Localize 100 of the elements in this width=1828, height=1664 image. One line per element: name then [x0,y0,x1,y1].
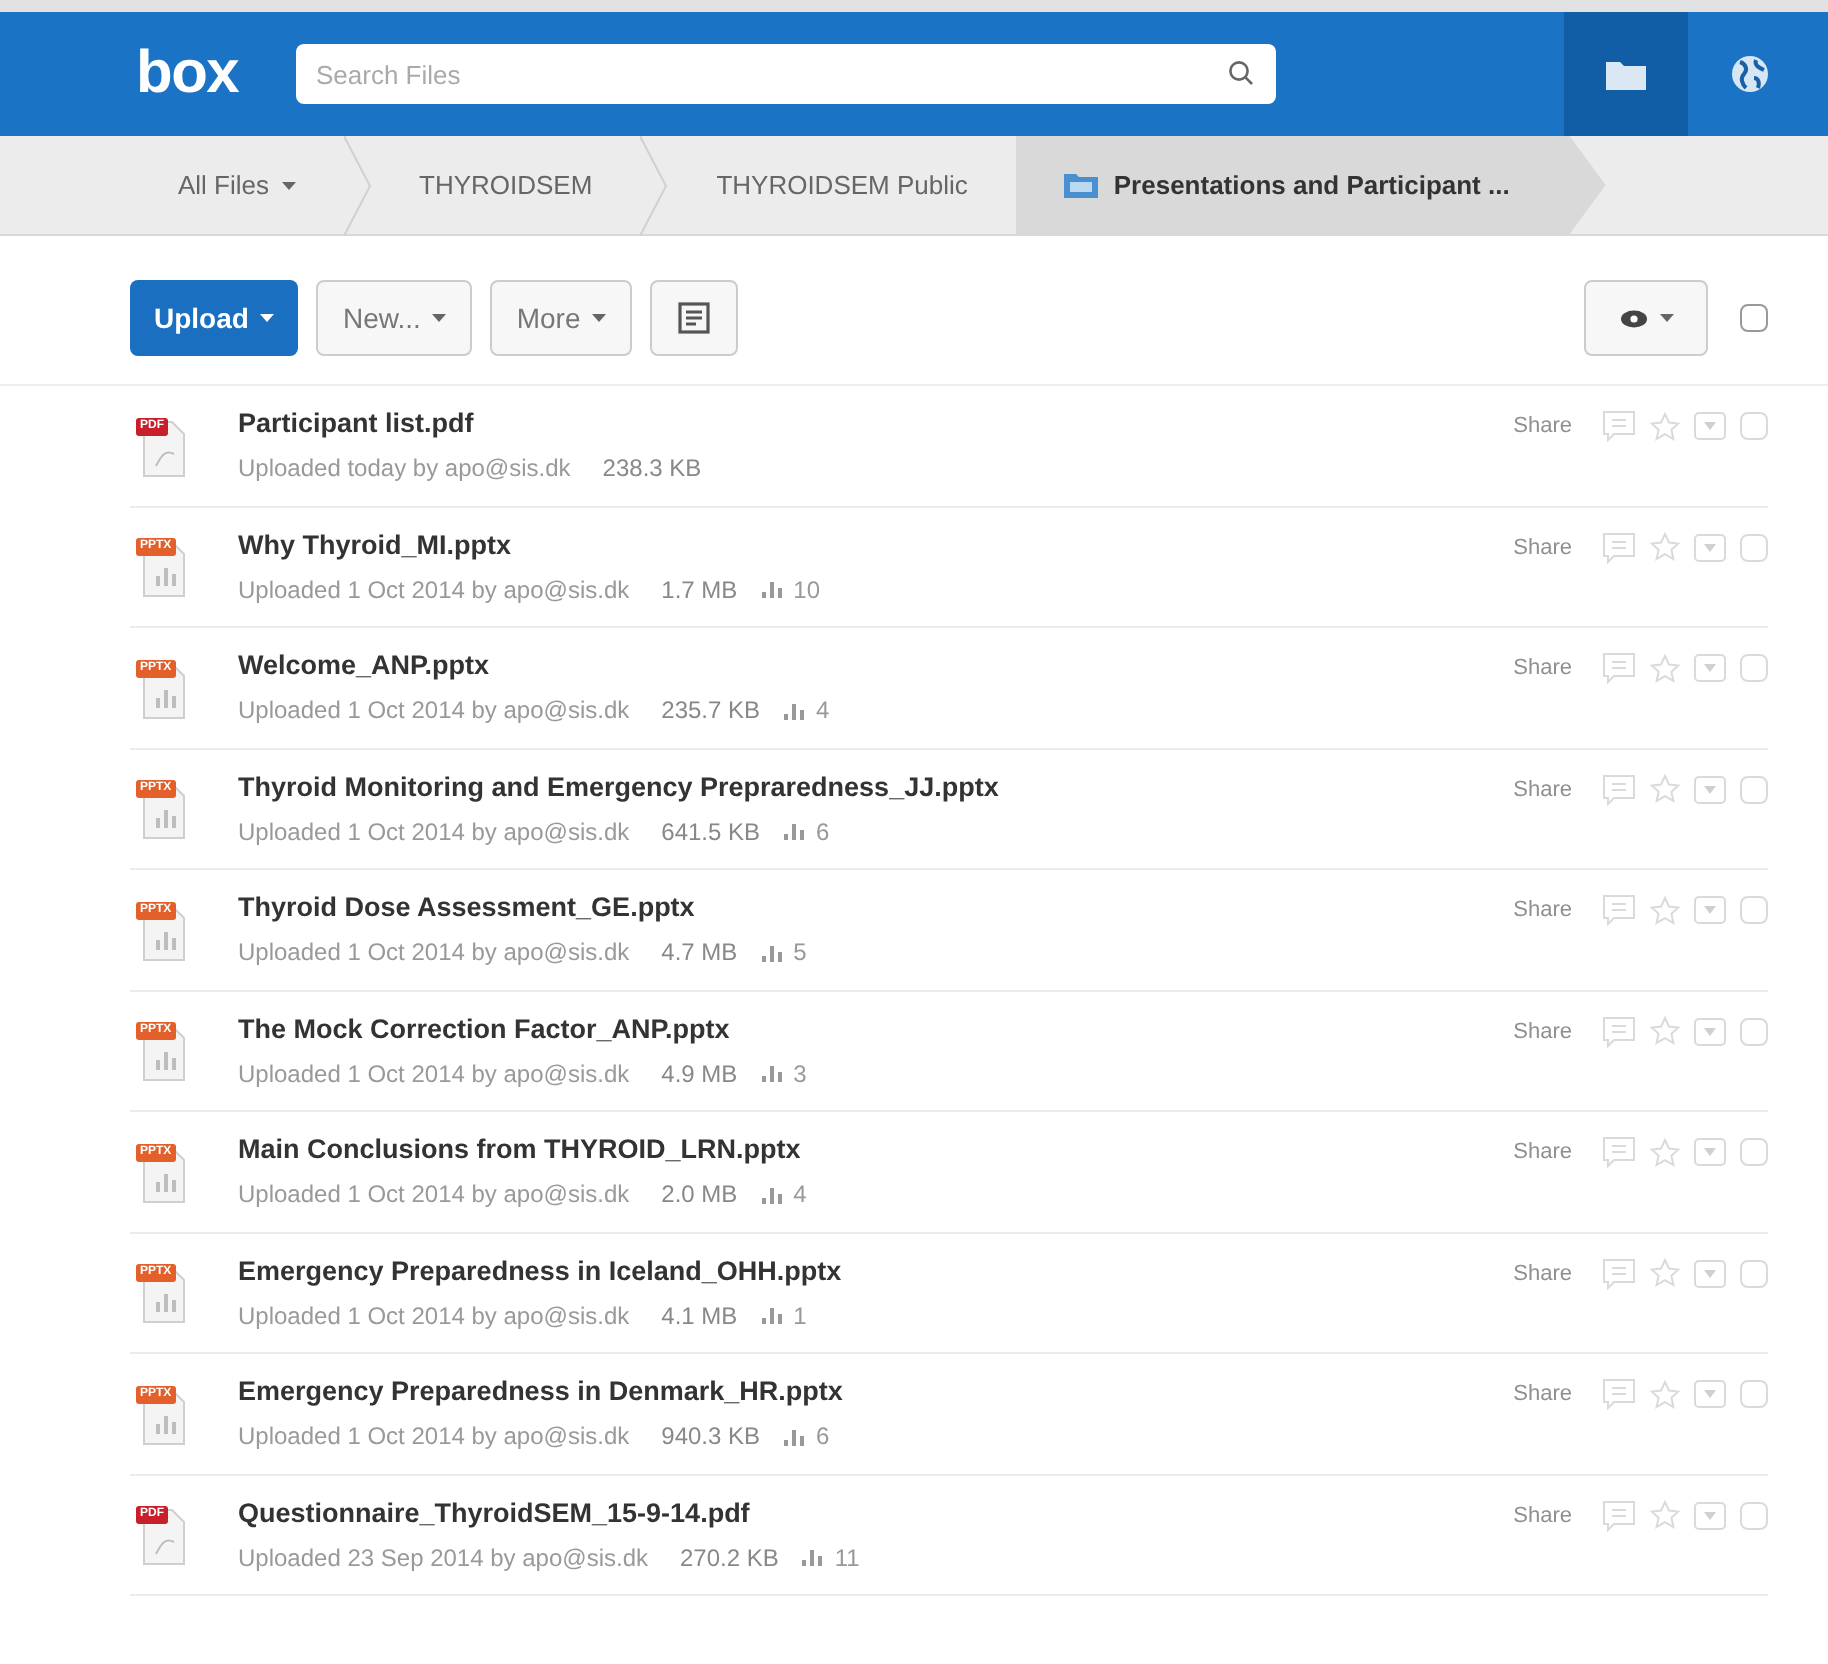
star-icon[interactable] [1650,532,1680,563]
comment-icon[interactable] [1602,1257,1636,1290]
bar-chart-icon [784,1427,805,1446]
share-link[interactable]: Share [1513,1499,1572,1532]
view-count: 6 [816,1420,830,1455]
upload-info: Uploaded 1 Oct 2014 by apo@sis.dk [238,694,630,729]
caret-icon [592,314,607,322]
bar-chart-icon [761,1306,782,1325]
select-all-checkbox[interactable] [1740,304,1768,332]
upload-info: Uploaded 1 Oct 2014 by apo@sis.dk [238,936,630,971]
comment-icon[interactable] [1602,894,1636,927]
file-size: 940.3 KB [661,1420,761,1455]
upload-info: Uploaded 1 Oct 2014 by apo@sis.dk [238,1299,630,1334]
row-checkbox[interactable] [1740,1501,1768,1530]
share-link[interactable]: Share [1513,1378,1572,1411]
comment-icon[interactable] [1602,773,1636,806]
star-icon[interactable] [1650,411,1680,442]
toolbar-button[interactable]: New... [316,280,473,356]
star-icon[interactable] [1650,895,1680,926]
comment-icon[interactable] [1602,1499,1636,1532]
list-view-button[interactable] [650,280,739,356]
view-options-button[interactable] [1584,280,1708,356]
toolbar-button[interactable]: More [490,280,633,356]
file-name-link[interactable]: Why Thyroid_MI.pptx [238,525,821,566]
upload-info: Uploaded 1 Oct 2014 by apo@sis.dk [238,1178,630,1213]
file-size: 641.5 KB [661,815,761,850]
view-count: 4 [793,1178,807,1213]
more-options-icon[interactable] [1694,896,1726,925]
row-checkbox[interactable] [1740,654,1768,683]
breadcrumb[interactable]: THYROIDSEM Public [668,136,1016,234]
file-name-link[interactable]: Emergency Preparedness in Denmark_HR.pptx [238,1372,843,1413]
view-count: 1 [793,1299,807,1334]
share-link[interactable]: Share [1513,652,1572,685]
share-link[interactable]: Share [1513,1015,1572,1048]
caret-icon [432,314,447,322]
share-link[interactable]: Share [1513,1136,1572,1169]
more-options-icon[interactable] [1694,1259,1726,1288]
star-icon[interactable] [1650,1137,1680,1168]
bar-chart-icon [802,1548,823,1567]
file-name-link[interactable]: Main Conclusions from THYROID_LRN.pptx [238,1130,807,1171]
more-options-icon[interactable] [1694,1017,1726,1046]
document-list-icon [678,302,711,334]
row-checkbox[interactable] [1740,533,1768,562]
bar-chart-icon [761,1185,782,1204]
upload-button[interactable]: Upload [130,280,299,356]
file-name-link[interactable]: Thyroid Dose Assessment_GE.pptx [238,888,807,929]
comment-icon[interactable] [1602,652,1636,685]
view-count: 4 [816,694,830,729]
bar-chart-icon [784,822,805,841]
share-link[interactable]: Share [1513,894,1572,927]
upload-info: Uploaded 1 Oct 2014 by apo@sis.dk [238,573,630,608]
more-options-icon[interactable] [1694,1138,1726,1167]
share-link[interactable]: Share [1513,1257,1572,1290]
breadcrumb[interactable]: All Files [130,136,344,234]
share-link[interactable]: Share [1513,531,1572,564]
file-name-link[interactable]: Welcome_ANP.pptx [238,646,830,687]
comment-icon[interactable] [1602,1015,1636,1048]
file-name-link[interactable]: Emergency Preparedness in Iceland_OHH.pptx [238,1251,842,1292]
star-icon[interactable] [1650,1500,1680,1531]
star-icon[interactable] [1650,653,1680,684]
file-name-link[interactable]: Questionnaire_ThyroidSEM_15-9-14.pdf [238,1493,860,1534]
comment-icon[interactable] [1602,410,1636,443]
row-checkbox[interactable] [1740,775,1768,804]
star-icon[interactable] [1650,1258,1680,1289]
row-checkbox[interactable] [1740,1259,1768,1288]
bar-chart-icon [761,1064,782,1083]
more-options-icon[interactable] [1694,1501,1726,1530]
share-link[interactable]: Share [1513,410,1572,443]
bar-chart-icon [761,943,782,962]
breadcrumb[interactable]: THYROIDSEM [371,136,641,234]
star-icon[interactable] [1650,1379,1680,1410]
more-options-icon[interactable] [1694,654,1726,683]
caret-icon [260,314,275,322]
file-name-link[interactable]: Thyroid Monitoring and Emergency Prepraredness_JJ.pptx [238,767,999,808]
caret-icon [1659,314,1673,322]
file-name-link[interactable]: Participant list.pdf [238,404,702,445]
more-options-icon[interactable] [1694,533,1726,562]
row-checkbox[interactable] [1740,412,1768,441]
view-count: 3 [793,1057,807,1092]
star-icon[interactable] [1650,1016,1680,1047]
more-options-icon[interactable] [1694,1380,1726,1409]
row-checkbox[interactable] [1740,1138,1768,1167]
comment-icon[interactable] [1602,1378,1636,1411]
row-checkbox[interactable] [1740,1380,1768,1409]
view-count: 11 [834,1541,860,1576]
comment-icon[interactable] [1602,531,1636,564]
more-options-icon[interactable] [1694,775,1726,804]
search-field[interactable]: Search Files [296,44,1276,104]
file-size: 4.7 MB [661,936,738,971]
upload-info: Uploaded today by apo@sis.dk [238,452,571,487]
comment-icon[interactable] [1602,1136,1636,1169]
file-name-link[interactable]: The Mock Correction Factor_ANP.pptx [238,1009,807,1050]
breadcrumb[interactable]: Presentations and Participant ... [1015,136,1606,234]
box-logo[interactable]: box [136,44,296,104]
row-checkbox[interactable] [1740,1017,1768,1046]
star-icon[interactable] [1650,774,1680,805]
row-checkbox[interactable] [1740,896,1768,925]
share-link[interactable]: Share [1513,773,1572,806]
nav-tab[interactable] [1564,12,1688,136]
more-options-icon[interactable] [1694,412,1726,441]
